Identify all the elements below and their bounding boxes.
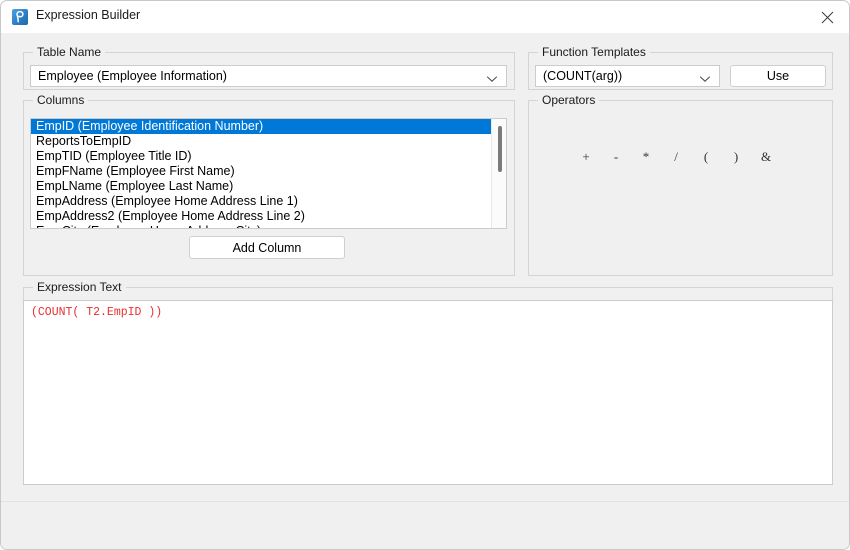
list-item[interactable]: EmpLName (Employee Last Name) bbox=[31, 179, 506, 194]
close-icon[interactable] bbox=[805, 1, 849, 32]
expression-text-value: (COUNT( T2.EmpID )) bbox=[31, 306, 163, 319]
list-item[interactable]: EmpAddress (Employee Home Address Line 1… bbox=[31, 194, 506, 209]
chevron-down-icon bbox=[699, 72, 711, 82]
operator-plus[interactable]: + bbox=[571, 149, 601, 165]
use-function-button[interactable]: Use bbox=[730, 65, 826, 87]
expression-builder-icon bbox=[12, 9, 28, 25]
footer-bar: D OK Cancel bbox=[1, 502, 849, 549]
list-item[interactable]: EmpAddress2 (Employee Home Address Line … bbox=[31, 209, 506, 224]
list-item[interactable]: ReportsToEmpID bbox=[31, 134, 506, 149]
expression-builder-dialog: Expression Builder Table Name Employee (… bbox=[0, 0, 850, 550]
columns-group-label: Columns bbox=[33, 93, 89, 107]
operator-ampersand[interactable]: & bbox=[751, 149, 781, 165]
add-column-button-label: Add Column bbox=[232, 240, 302, 255]
expression-text-input[interactable]: (COUNT( T2.EmpID )) bbox=[23, 300, 833, 485]
list-item[interactable]: EmpCity (Employee Home Address City) bbox=[31, 224, 506, 228]
operator-open-paren[interactable]: ( bbox=[691, 149, 721, 165]
table-name-group-label: Table Name bbox=[33, 45, 106, 59]
operator-multiply[interactable]: * bbox=[631, 149, 661, 165]
columns-listbox[interactable]: EmpID (Employee Identification Number) R… bbox=[30, 118, 507, 229]
use-function-button-label: Use bbox=[766, 69, 790, 83]
function-templates-combobox[interactable]: (COUNT(arg)) bbox=[535, 65, 720, 87]
function-templates-value: (COUNT(arg)) bbox=[543, 69, 623, 83]
operator-minus[interactable]: - bbox=[601, 149, 631, 165]
add-column-button[interactable]: Add Column bbox=[189, 236, 345, 259]
list-item[interactable]: EmpFName (Employee First Name) bbox=[31, 164, 506, 179]
title-bar: Expression Builder bbox=[1, 1, 849, 33]
columns-scrollbar-thumb[interactable] bbox=[498, 126, 502, 172]
operators-group-label: Operators bbox=[538, 93, 600, 107]
function-templates-group-label: Function Templates bbox=[538, 45, 650, 59]
operators-group: Operators bbox=[528, 93, 833, 276]
columns-list-items: EmpID (Employee Identification Number) R… bbox=[31, 119, 506, 228]
list-item[interactable]: EmpTID (Employee Title ID) bbox=[31, 149, 506, 164]
table-name-value: Employee (Employee Information) bbox=[38, 69, 227, 83]
chevron-down-icon bbox=[486, 72, 498, 82]
expression-text-group-label: Expression Text bbox=[33, 280, 126, 294]
table-name-combobox[interactable]: Employee (Employee Information) bbox=[30, 65, 507, 87]
operator-close-paren[interactable]: ) bbox=[721, 149, 751, 165]
operator-divide[interactable]: / bbox=[661, 149, 691, 165]
operators-row: + - * / ( ) & bbox=[571, 149, 781, 165]
window-title: Expression Builder bbox=[36, 8, 141, 22]
list-item[interactable]: EmpID (Employee Identification Number) bbox=[31, 119, 506, 134]
columns-scrollbar[interactable] bbox=[491, 119, 506, 228]
